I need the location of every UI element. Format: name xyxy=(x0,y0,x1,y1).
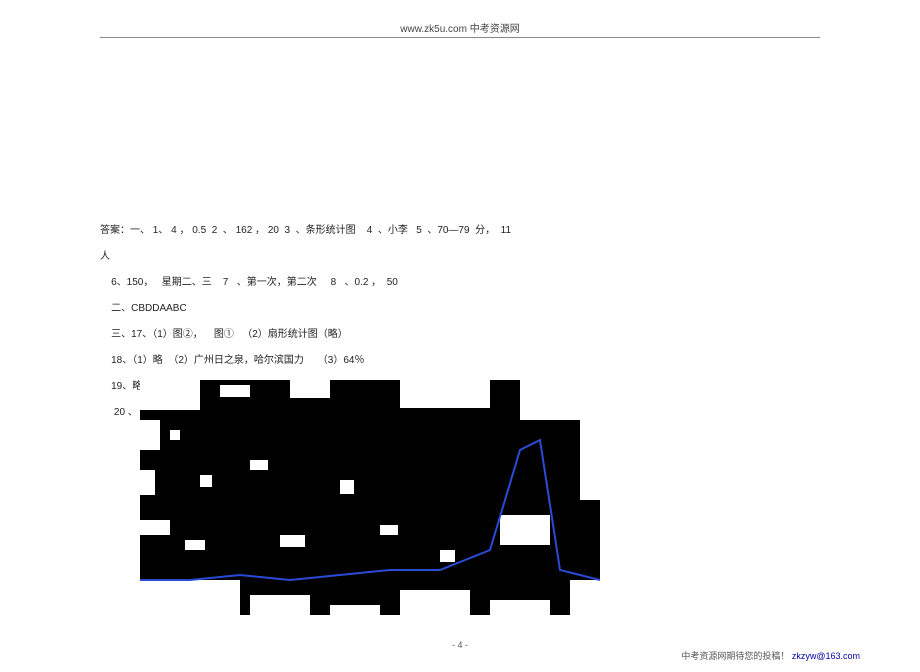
answer-line-2: 人 xyxy=(100,246,820,268)
footer-text: 中考资源网期待您的投稿！ xyxy=(681,651,789,661)
answer-line-3: 6、150， 星期二、三 7 、第一次，第二次 8 、0.2 ， 50 xyxy=(100,272,820,294)
header-site-name: 中考资源网 xyxy=(470,24,520,35)
chart-svg xyxy=(140,380,600,615)
chart-region xyxy=(140,380,600,615)
answer-line-5: 三、17、（1）图②， 图① （2）扇形统计图（略） xyxy=(100,324,820,346)
answer-line-1: 答案：一、 1、 4 ， 0.5 2 、 162 ， 20 3 、条形统计图 4… xyxy=(100,220,820,242)
answer-line-6: 18、（1）略 （2）广州日之泉，哈尔滨国力 （3）64％ xyxy=(100,350,820,372)
answer-line-4: 二、CBDDAABC xyxy=(100,298,820,320)
footer-email: zkzyw@163.com xyxy=(792,651,860,661)
header-divider xyxy=(100,37,820,38)
footer: 中考资源网期待您的投稿！ zkzyw@163.com xyxy=(681,649,860,662)
header-url: www.zk5u.com xyxy=(400,24,467,35)
page-header: www.zk5u.com 中考资源网 xyxy=(0,20,920,38)
